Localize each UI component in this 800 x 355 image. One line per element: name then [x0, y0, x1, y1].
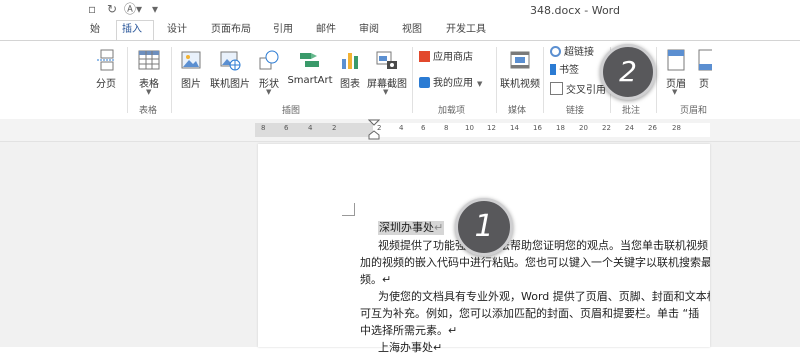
ruler-tick: 12 [487, 124, 496, 132]
tab-layout[interactable]: 页面布局 [211, 23, 251, 37]
table-icon [138, 49, 160, 71]
table-group-label: 表格 [139, 106, 158, 116]
media-group-label: 媒体 [508, 106, 527, 116]
ruler-tick: 18 [556, 124, 565, 132]
footer-icon [696, 49, 712, 71]
online-picture-button[interactable]: 联机图片 [208, 49, 252, 90]
bookmark-button[interactable]: 书签 [550, 64, 579, 78]
online-picture-icon [219, 49, 241, 71]
paragraph-line[interactable]: 视频提供了功能强大的方法帮助您证明您的观点。当您单击联机视频 [378, 239, 710, 253]
ruler-tick: 16 [533, 124, 542, 132]
paragraph-line[interactable]: 可互为补充。例如，您可以添加匹配的封面、页眉和提要栏。单击 “插 [360, 307, 710, 321]
ruler-tick: 20 [579, 124, 588, 132]
separator [171, 47, 172, 113]
hyperlink-button[interactable]: 超链接 [550, 46, 594, 60]
ruler-tick: 10 [465, 124, 474, 132]
page-break-icon [95, 49, 117, 71]
separator [127, 47, 128, 113]
footer-button[interactable]: 页 [696, 49, 712, 90]
ruler-tick: 6 [284, 124, 289, 132]
ruler-margin [255, 123, 373, 137]
my-apps-button[interactable]: 我的应用 ▼ [419, 77, 482, 91]
callout-marker-1: 1 [455, 198, 513, 256]
online-video-button[interactable]: 联机视频 [500, 49, 540, 90]
screenshot-icon [376, 49, 398, 71]
chevron-down-icon[interactable]: ▼ [477, 80, 482, 88]
smartart-icon [299, 49, 321, 71]
heading-text[interactable]: 深圳办事处↵ [378, 221, 445, 235]
cross-reference-button[interactable]: 交叉引用 [550, 82, 606, 98]
tab-developer[interactable]: 开发工具 [446, 23, 486, 37]
shapes-icon [258, 49, 280, 71]
link-icon [550, 46, 561, 57]
header-icon [665, 49, 687, 71]
addins-group-label: 加载项 [438, 106, 466, 116]
ruler-tick: 4 [308, 124, 313, 132]
separator [496, 47, 497, 113]
comments-group-label: 批注 [622, 106, 641, 116]
table-button[interactable]: 表格 [135, 49, 163, 90]
ruler-tick: 14 [510, 124, 519, 132]
format-painter-icon[interactable]: Ⓐ▾ [124, 2, 142, 16]
ruler-tick: 24 [625, 124, 634, 132]
ruler-tick: 8 [444, 124, 449, 132]
video-icon [509, 49, 531, 71]
smartart-button[interactable]: SmartArt [286, 49, 334, 86]
paragraph-line[interactable]: 加的视频的嵌入代码中进行粘贴。您也可以键入一个关键字以联机搜索最 [360, 256, 710, 270]
header-footer-group-label: 页眉和 [680, 106, 708, 116]
paragraph-line[interactable]: 为使您的文档具有专业外观，Word 提供了页眉、页脚、封面和文本框 [378, 290, 710, 304]
chevron-down-icon[interactable]: ▼ [383, 88, 388, 96]
chart-icon [339, 49, 361, 71]
ruler-tick: 4 [399, 124, 404, 132]
shapes-button[interactable]: 形状 [256, 49, 282, 90]
ruler-tick: 26 [648, 124, 657, 132]
picture-icon [180, 49, 202, 71]
tab-insert[interactable]: 插入 [116, 20, 154, 41]
store-button[interactable]: 应用商店 [419, 51, 473, 65]
tab-references[interactable]: 引用 [273, 23, 293, 37]
header-button[interactable]: 页眉 [663, 49, 689, 90]
chevron-down-icon[interactable]: ▼ [266, 88, 271, 96]
paragraph-line[interactable]: 中选择所需元素。↵ [360, 324, 710, 338]
ribbon: 分页 表格 ▼ 表格 图片 联机图片 形状 ▼ SmartArt 图表 屏幕截图… [0, 40, 800, 120]
redo-icon[interactable]: ↻ [107, 2, 117, 16]
links-group-label: 链接 [566, 106, 585, 116]
paragraph-line[interactable]: 频。↵ [360, 273, 710, 287]
tab-home[interactable]: 始 [90, 23, 100, 37]
separator [412, 47, 413, 113]
horizontal-ruler[interactable]: 8 6 4 2 2 4 6 8 10 12 14 16 18 20 22 24 … [0, 119, 800, 142]
ruler-tick: 6 [421, 124, 426, 132]
ruler-tick: 28 [672, 124, 681, 132]
separator [656, 47, 657, 113]
chevron-down-icon[interactable]: ▼ [146, 88, 151, 96]
screenshot-button[interactable]: 屏幕截图 [366, 49, 408, 90]
margin-corner-mark [342, 203, 355, 216]
document-title: 348.docx - Word [530, 4, 620, 17]
bookmark-icon [550, 64, 556, 75]
page-break-button[interactable]: 分页 [92, 49, 120, 90]
ribbon-tabs: 始 插入 设计 页面布局 引用 邮件 审阅 视图 开发工具 [0, 20, 800, 41]
tab-review[interactable]: 审阅 [359, 23, 379, 37]
ruler-tick: 22 [602, 124, 611, 132]
callout-marker-2: 2 [600, 44, 656, 100]
store-icon [419, 51, 430, 62]
tab-mailings[interactable]: 邮件 [316, 23, 336, 37]
separator [543, 47, 544, 113]
picture-button[interactable]: 图片 [178, 49, 204, 90]
customize-quick-access-icon[interactable]: ▾ [152, 2, 158, 16]
title-bar: ▫ ↻ Ⓐ▾ ▾ 348.docx - Word [0, 0, 800, 20]
chevron-down-icon[interactable]: ▼ [672, 88, 677, 96]
cross-reference-icon [550, 82, 563, 95]
ruler-tick: 2 [332, 124, 337, 132]
apps-icon [419, 77, 430, 88]
illustrations-group-label: 插图 [282, 106, 301, 116]
ruler-tick: 8 [261, 124, 266, 132]
tab-view[interactable]: 视图 [402, 23, 422, 37]
tab-design[interactable]: 设计 [167, 23, 187, 37]
save-icon[interactable]: ▫ [88, 2, 96, 16]
paragraph-line[interactable]: 上海办事处↵ [378, 341, 710, 355]
indent-marker-icon[interactable] [368, 119, 380, 141]
chart-button[interactable]: 图表 [338, 49, 362, 90]
